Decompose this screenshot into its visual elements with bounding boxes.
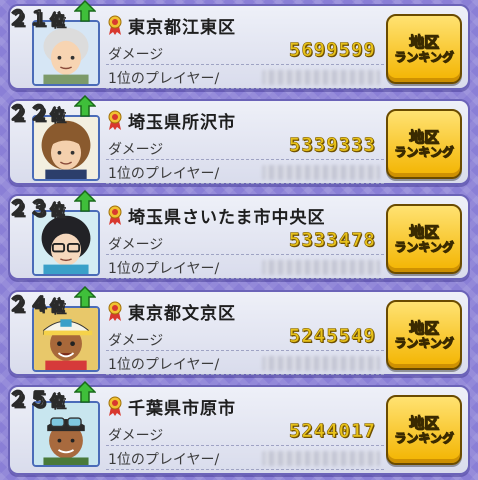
rank-up-arrow-icon — [74, 95, 96, 117]
region-name: 東京都江東区 — [128, 18, 236, 38]
rank-number: ２１位 — [8, 6, 67, 31]
divider — [106, 350, 384, 351]
medal-ribbon-icon — [108, 15, 122, 35]
rank-number: ２２位 — [8, 101, 67, 126]
region-name: 埼玉県所沢市 — [128, 113, 236, 133]
redacted-player-name — [262, 165, 380, 180]
damage-label: ダメージ — [108, 142, 164, 158]
ranking-row: ２２位 埼玉県所沢市 ダメージ 5339333 1位のプレイヤー/ 地区 ランキ… — [8, 95, 470, 185]
ranking-row: ２４位 東京都文京区 ダメージ 5245549 1位のプレイヤー/ 地区 ランキ… — [8, 286, 470, 376]
damage-value: 5244017 — [288, 420, 376, 443]
district-ranking-button[interactable]: 地区 ランキング — [386, 109, 462, 179]
region-name: 千葉県市原市 — [128, 399, 236, 419]
redacted-player-name — [262, 260, 380, 275]
medal-ribbon-icon — [108, 205, 122, 225]
damage-value: 5245549 — [288, 325, 376, 348]
divider — [106, 278, 384, 279]
divider — [106, 254, 384, 255]
rank-up-arrow-icon — [74, 381, 96, 403]
medal-ribbon-icon — [108, 396, 122, 416]
rank-number: ２５位 — [8, 387, 67, 412]
top-player-label: 1位のプレイヤー/ — [108, 166, 220, 182]
damage-label: ダメージ — [108, 428, 164, 444]
damage-value: 5339333 — [288, 134, 376, 157]
district-ranking-button[interactable]: 地区 ランキング — [386, 300, 462, 370]
divider — [106, 159, 384, 160]
ranking-row: ２３位 埼玉県さいたま市中央区 ダメージ 5333478 1位のプレイヤー/ 地… — [8, 190, 470, 280]
region-name: 埼玉県さいたま市中央区 — [128, 208, 326, 228]
damage-value: 5699599 — [288, 39, 376, 62]
district-ranking-button[interactable]: 地区 ランキング — [386, 395, 462, 465]
medal-ribbon-icon — [108, 301, 122, 321]
redacted-player-name — [262, 70, 380, 85]
divider — [106, 183, 384, 184]
divider — [106, 445, 384, 446]
divider — [106, 469, 384, 470]
divider — [106, 64, 384, 65]
rank-up-arrow-icon — [74, 190, 96, 212]
redacted-player-name — [262, 356, 380, 371]
rank-up-arrow-icon — [74, 286, 96, 308]
damage-value: 5333478 — [288, 229, 376, 252]
district-ranking-button[interactable]: 地区 ランキング — [386, 14, 462, 84]
district-ranking-button[interactable]: 地区 ランキング — [386, 204, 462, 274]
region-name: 東京都文京区 — [128, 304, 236, 324]
ranking-row: ２１位 東京都江東区 ダメージ 5699599 1位のプレイヤー/ 地区 ランキ… — [8, 0, 470, 90]
top-player-label: 1位のプレイヤー/ — [108, 452, 220, 468]
medal-ribbon-icon — [108, 110, 122, 130]
damage-label: ダメージ — [108, 47, 164, 63]
rank-number: ２３位 — [8, 196, 67, 221]
redacted-player-name — [262, 451, 380, 466]
top-player-label: 1位のプレイヤー/ — [108, 261, 220, 277]
ranking-row: ２５位 千葉県市原市 ダメージ 5244017 1位のプレイヤー/ 地区 ランキ… — [8, 381, 470, 475]
top-player-label: 1位のプレイヤー/ — [108, 71, 220, 87]
divider — [106, 374, 384, 375]
rank-number: ２４位 — [8, 292, 67, 317]
ranking-list: ２１位 東京都江東区 ダメージ 5699599 1位のプレイヤー/ 地区 ランキ… — [0, 0, 478, 480]
top-player-label: 1位のプレイヤー/ — [108, 357, 220, 373]
divider — [106, 88, 384, 89]
damage-label: ダメージ — [108, 333, 164, 349]
damage-label: ダメージ — [108, 237, 164, 253]
rank-up-arrow-icon — [74, 0, 96, 22]
